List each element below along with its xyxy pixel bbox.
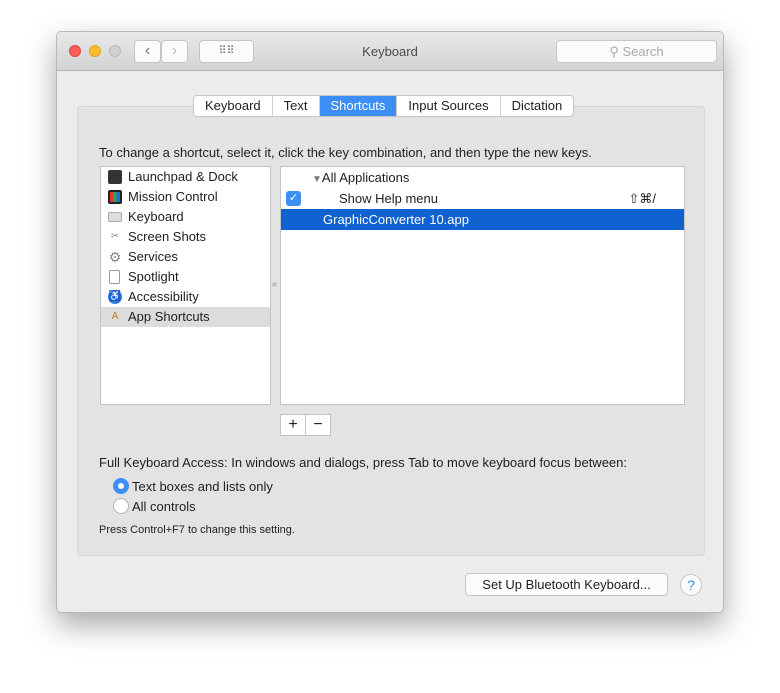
remove-button[interactable]: − <box>305 414 331 436</box>
category-app-shortcuts[interactable]: A App Shortcuts <box>101 307 270 327</box>
shortcut-row[interactable]: ✓ Show Help menu ⇧⌘/ <box>281 188 684 209</box>
category-label: Screen Shots <box>128 229 207 244</box>
shortcut-keys[interactable]: ⇧⌘/ <box>628 188 656 209</box>
category-services[interactable]: ⚙ Services <box>101 247 270 267</box>
category-list: Launchpad & Dock Mission Control Keyboar… <box>100 166 271 405</box>
spotlight-icon <box>109 270 120 284</box>
shortcut-label: Show Help menu <box>339 191 438 206</box>
tab-keyboard[interactable]: Keyboard <box>194 96 273 116</box>
full-access-label: Full Keyboard Access: In windows and dia… <box>99 455 627 470</box>
bluetooth-keyboard-button[interactable]: Set Up Bluetooth Keyboard... <box>465 573 668 596</box>
accessibility-icon: ♿ <box>108 290 122 304</box>
enable-checkbox[interactable]: ✓ <box>286 191 301 206</box>
category-mission-control[interactable]: Mission Control <box>101 187 270 207</box>
category-screen-shots[interactable]: ✂ Screen Shots <box>101 227 270 247</box>
keyboard-preferences-window: ‹ › ⠿⠿ Keyboard ⚲ Search Keyboard Text S… <box>56 31 724 613</box>
screenshot-icon: ✂ <box>110 231 120 242</box>
app-row-selected[interactable]: GraphicConverter 10.app <box>281 209 684 230</box>
tab-shortcuts[interactable]: Shortcuts <box>319 96 398 116</box>
group-all-applications[interactable]: ▼All Applications <box>281 167 684 188</box>
shortcut-list: ▼All Applications ✓ Show Help menu ⇧⌘/ G… <box>280 166 685 405</box>
radio-text-boxes-label[interactable]: Text boxes and lists only <box>132 479 273 494</box>
launchpad-icon <box>108 170 122 184</box>
add-button[interactable]: + <box>280 414 306 436</box>
category-keyboard[interactable]: Keyboard <box>101 207 270 227</box>
search-placeholder: Search <box>622 44 664 59</box>
tab-dictation[interactable]: Dictation <box>501 96 574 116</box>
gear-icon: ⚙ <box>108 249 122 265</box>
category-label: Launchpad & Dock <box>128 169 238 184</box>
radio-all-controls[interactable] <box>113 498 129 514</box>
category-label: Mission Control <box>128 189 218 204</box>
search-icon: ⚲ <box>609 44 623 59</box>
category-label: Accessibility <box>128 289 199 304</box>
radio-text-boxes[interactable] <box>113 478 129 494</box>
category-launchpad-dock[interactable]: Launchpad & Dock <box>101 167 270 187</box>
search-field[interactable]: ⚲ Search <box>556 40 717 63</box>
category-label: App Shortcuts <box>128 309 210 324</box>
help-button[interactable]: ? <box>680 574 702 596</box>
mission-control-icon <box>108 190 122 204</box>
category-label: Spotlight <box>128 269 179 284</box>
tab-text[interactable]: Text <box>273 96 320 116</box>
shortcut-note: Press Control+F7 to change this setting. <box>99 524 295 536</box>
split-handle[interactable] <box>272 282 277 287</box>
tab-bar: Keyboard Text Shortcuts Input Sources Di… <box>193 95 575 117</box>
app-shortcuts-icon: A <box>111 311 119 322</box>
title-bar: ‹ › ⠿⠿ Keyboard ⚲ Search <box>57 32 723 71</box>
radio-all-controls-label[interactable]: All controls <box>132 499 196 514</box>
category-label: Services <box>128 249 178 264</box>
disclosure-triangle-icon[interactable]: ▼ <box>312 174 322 185</box>
category-spotlight[interactable]: Spotlight <box>101 267 270 287</box>
instructions: To change a shortcut, select it, click t… <box>99 145 592 160</box>
group-label: All Applications <box>321 170 410 185</box>
keyboard-icon <box>108 212 122 222</box>
app-label: GraphicConverter 10.app <box>323 212 469 227</box>
category-label: Keyboard <box>128 209 184 224</box>
category-accessibility[interactable]: ♿ Accessibility <box>101 287 270 307</box>
tab-input-sources[interactable]: Input Sources <box>397 96 501 116</box>
